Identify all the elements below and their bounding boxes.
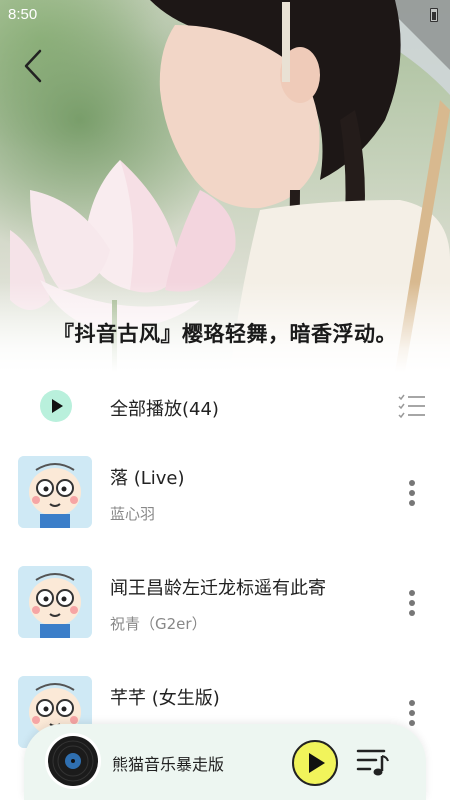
status-time: 8:50 (8, 6, 38, 23)
more-vertical-icon[interactable] (400, 478, 424, 508)
playlist-icon[interactable] (356, 746, 390, 778)
play-button[interactable] (292, 740, 338, 786)
play-all-row[interactable]: 全部播放(44) (0, 384, 450, 430)
player-app-name: 熊猫音乐暴走版 (112, 755, 225, 774)
playlist-title: 『抖音古风』樱珞轻舞，暗香浮动。 (53, 322, 397, 346)
more-vertical-icon[interactable] (400, 698, 424, 728)
cartoon-avatar-icon (18, 456, 92, 528)
song-item[interactable]: 闻王昌龄左迁龙标遥有此寄 祝青（G2er） (0, 550, 450, 650)
chevron-left-icon (24, 49, 42, 83)
song-cover (18, 566, 92, 638)
more-vertical-icon[interactable] (400, 588, 424, 618)
mini-player[interactable]: 熊猫音乐暴走版 (24, 724, 426, 800)
checklist-icon[interactable] (398, 393, 426, 419)
song-artist: 蓝心羽 (110, 505, 156, 523)
song-artist: 祝青（G2er） (110, 615, 207, 633)
back-button[interactable] (18, 46, 52, 86)
song-cover (18, 456, 92, 528)
battery-icon (430, 8, 438, 22)
vinyl-disc-icon[interactable] (44, 732, 102, 790)
cartoon-avatar-icon (18, 566, 92, 638)
song-title: 落 (Live) (110, 468, 185, 489)
song-item[interactable]: 落 (Live) 蓝心羽 (0, 440, 450, 540)
playlist-cover-image (0, 0, 450, 372)
play-icon[interactable] (40, 390, 72, 422)
song-title: 闻王昌龄左迁龙标遥有此寄 (110, 578, 326, 599)
play-all-label[interactable]: 全部播放(44) (110, 395, 219, 421)
song-title: 芊芊 (女生版) (110, 688, 220, 709)
